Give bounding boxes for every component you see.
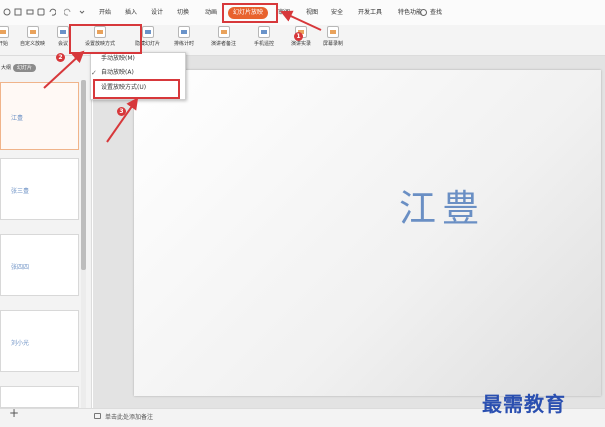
check-icon: ✓ [91,69,97,77]
notes-icon [94,413,101,419]
timer-icon [178,26,190,38]
tab-review[interactable]: 审阅 [278,9,290,17]
slide-thumbnail[interactable]: 江豊 [0,82,79,150]
save-icon[interactable] [14,8,22,16]
notes-placeholder[interactable]: 单击此处添加备注 [105,412,153,421]
slide-thumbnail[interactable]: 刘小光 [0,310,79,372]
highlight-setup-show-item [93,79,180,99]
tab-slides[interactable]: 幻灯片 [13,64,37,72]
speaker-notes-icon [217,26,230,38]
meeting-button[interactable]: 会议 [57,26,69,47]
custom-show-button[interactable]: 自定义放映 [20,26,45,47]
tab-design[interactable]: 设计 [151,9,163,17]
tab-security[interactable]: 安全 [331,9,343,17]
tab-view[interactable]: 视图 [306,9,318,17]
redo-icon[interactable] [64,8,72,16]
screen-recording-button[interactable]: 屏幕录制 [323,26,343,47]
watermark-logo: 最需教育 [482,392,566,416]
tab-insert[interactable]: 插入 [125,9,137,17]
slide-thumbnail[interactable]: 张三豊 [0,158,79,220]
screen-record-icon [327,26,339,38]
step-badge-1: 1 [294,32,303,41]
tab-transition[interactable]: 切换 [177,9,189,17]
add-slide-button[interactable]: + [9,407,19,419]
undo-icon[interactable] [48,8,56,16]
highlight-slideshow-tab [222,3,278,23]
highlight-setup-show-button [69,24,142,54]
phone-remote-button[interactable]: 手机遥控 [254,26,274,47]
manual-show-item[interactable]: 手动放映(M) [101,55,135,63]
scrollbar-thumb[interactable] [81,80,86,270]
step-badge-3: 3 [117,107,126,116]
tab-outline[interactable]: 大纲 [1,64,11,72]
tab-developer[interactable]: 开发工具 [358,9,382,17]
search-label[interactable]: 查找 [430,9,442,17]
auto-show-item[interactable]: 自动放映(A) [101,69,134,77]
play-from-start-button[interactable]: 开始 [0,26,9,47]
hide-slide-icon [141,26,154,38]
phone-icon [258,26,270,38]
slide-title-text[interactable]: 江豊 [399,178,485,232]
step-badge-2: 2 [56,53,65,62]
preview-icon[interactable] [37,8,45,16]
tab-features[interactable]: 特色功能 [398,9,422,17]
play-icon [0,26,9,38]
meeting-icon [57,26,69,38]
tab-home[interactable]: 开始 [99,9,111,17]
quick-access-icon[interactable] [3,8,11,16]
slide-canvas[interactable] [134,70,601,396]
rehearse-timings-button[interactable]: 排练计时 [174,26,194,47]
tab-animation[interactable]: 动画 [205,9,217,17]
menu-bar: 开始 插入 设计 切换 动画 幻灯片放映 审阅 视图 安全 开发工具 特色功能 … [0,0,605,25]
more-icon[interactable] [78,8,86,16]
speaker-notes-button[interactable]: 演讲者备注 [211,26,236,47]
custom-show-icon [26,26,39,38]
search-icon[interactable] [420,9,427,16]
slide-thumbnail[interactable] [0,386,79,408]
print-icon[interactable] [26,8,34,16]
slide-thumbnail[interactable]: 张四四 [0,234,79,296]
